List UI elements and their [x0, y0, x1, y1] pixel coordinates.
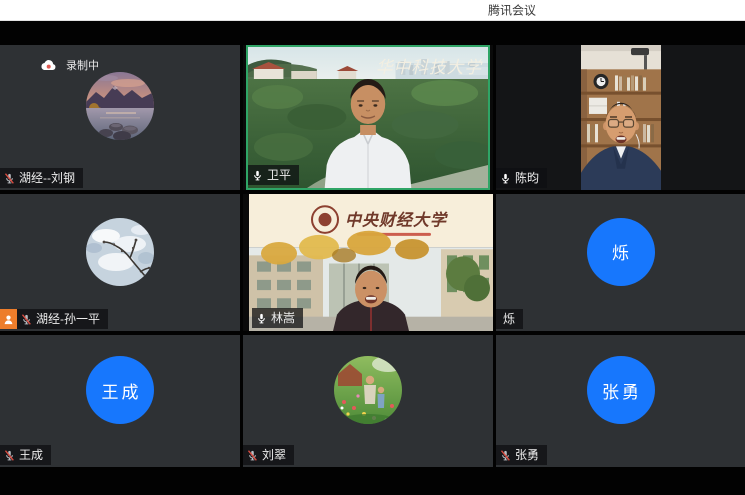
avatar-monogram: 张勇 [587, 356, 655, 424]
mic-icon [252, 170, 263, 181]
participant-name-label: 烁 [496, 309, 523, 329]
mic-icon [256, 313, 267, 324]
participant-name-label: 卫平 [248, 165, 299, 185]
avatar-monogram: 王成 [86, 356, 154, 424]
participant-name: 林嵩 [271, 312, 295, 324]
avatar-monogram: 烁 [587, 218, 655, 286]
participant-name: 刘翠 [262, 449, 286, 461]
participant-name: 陈昀 [515, 172, 539, 184]
participant-tile-liucui[interactable]: 刘翠 [243, 335, 493, 467]
cloud-record-icon [40, 59, 57, 71]
participant-name-label: 湖经--刘钢 [0, 168, 83, 188]
mic-muted-icon [21, 314, 32, 325]
cufe-calligraphy-text: 中央财经大学 [345, 211, 449, 230]
participant-tile-shuo[interactable]: 烁 烁 [496, 194, 745, 331]
participant-tile-chenyun[interactable]: 陈昀 [496, 45, 745, 190]
avatar-garden-family-photo [334, 356, 402, 424]
window-title: 腾讯会议 [488, 2, 536, 19]
participant-name: 张勇 [515, 449, 539, 461]
participant-tile-zhangyong[interactable]: 张勇 张勇 [496, 335, 745, 467]
participant-grid: 录制中 [0, 45, 745, 467]
mic-muted-icon [4, 173, 15, 184]
participant-name-label: 王成 [0, 445, 51, 465]
participant-tile-liugang[interactable]: 录制中 [0, 45, 240, 190]
participant-tile-linsong[interactable]: 中央财经大学 [243, 194, 493, 331]
participant-name: 湖经-孙一平 [36, 313, 100, 325]
participant-name: 湖经--刘钢 [19, 172, 75, 184]
video-portrait-bookshelf [581, 45, 661, 190]
recording-indicator[interactable]: 录制中 [40, 57, 99, 73]
mic-icon [500, 173, 511, 184]
window-titlebar[interactable]: 腾讯会议 [0, 0, 745, 21]
mic-muted-icon [500, 450, 511, 461]
person-badge-icon [0, 309, 17, 329]
recording-label: 录制中 [66, 57, 99, 73]
meeting-stage: 录制中 [0, 21, 745, 495]
hust-calligraphy-text: 华中科技大学 [376, 57, 483, 77]
participant-name-label: 陈昀 [496, 168, 547, 188]
participant-name: 烁 [503, 313, 515, 325]
avatar-sky-branches-photo [86, 218, 154, 286]
participant-name: 王成 [19, 449, 43, 461]
avatar-lake-sunset-photo [86, 72, 154, 140]
participant-tile-sunyiping[interactable]: 湖经-孙一平 [0, 194, 240, 331]
participant-name-label: 刘翠 [243, 445, 294, 465]
participant-name: 卫平 [267, 169, 291, 181]
mic-muted-icon [4, 450, 15, 461]
participant-tile-weiping[interactable]: 华中科技大学 卫平 [243, 45, 493, 190]
mic-muted-icon [247, 450, 258, 461]
participant-tile-wangcheng[interactable]: 王成 王成 [0, 335, 240, 467]
participant-name-label: 林嵩 [252, 308, 303, 328]
participant-name-label: 张勇 [496, 445, 547, 465]
participant-name-label: 湖经-孙一平 [0, 309, 108, 329]
